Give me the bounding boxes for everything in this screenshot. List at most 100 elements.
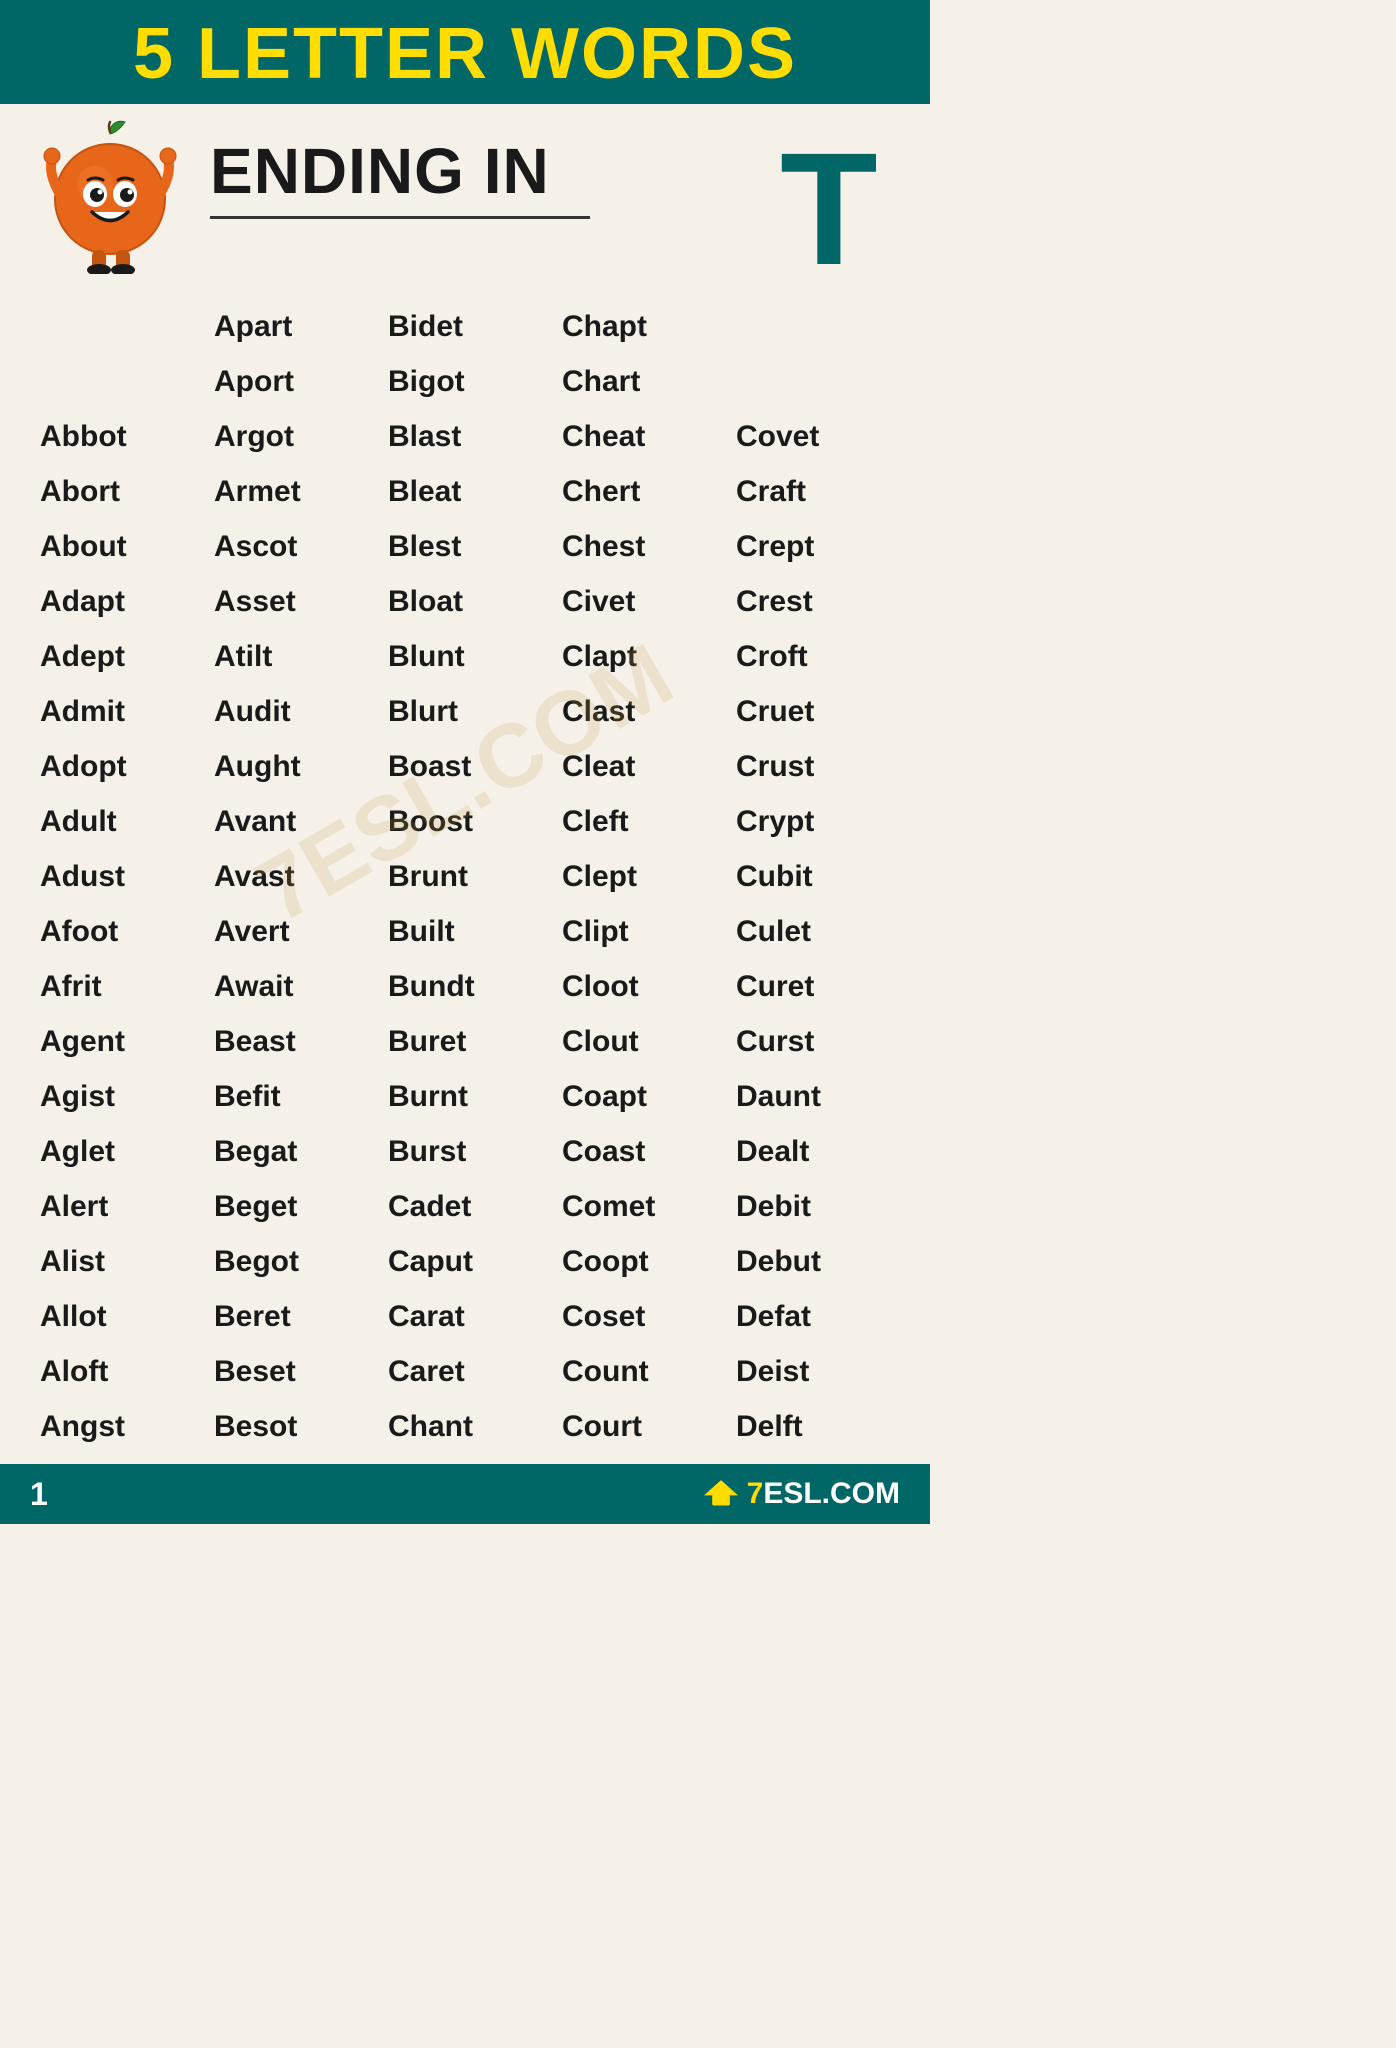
word-item: Bidet <box>378 299 552 354</box>
ending-in-block: ENDING IN <box>210 124 780 219</box>
word-item: Daunt <box>726 1069 900 1124</box>
word-item: Boast <box>378 739 552 794</box>
word-item: Built <box>378 904 552 959</box>
word-item: Carat <box>378 1289 552 1344</box>
word-item: Boost <box>378 794 552 849</box>
word-item: Caret <box>378 1344 552 1399</box>
word-item: Crest <box>726 574 900 629</box>
ending-in-underline <box>210 216 590 219</box>
word-item: Court <box>552 1399 726 1454</box>
word-item: Adept <box>30 629 204 684</box>
word-item: Bleat <box>378 464 552 519</box>
word-item: Cheat <box>552 409 726 464</box>
col2-top: Apart Aport <box>204 299 378 409</box>
word-item: Alert <box>30 1179 204 1234</box>
word-item: Bloat <box>378 574 552 629</box>
word-item: Abbot <box>30 409 204 464</box>
word-item: Atilt <box>204 629 378 684</box>
word-item: Avant <box>204 794 378 849</box>
word-item: Adapt <box>30 574 204 629</box>
word-item: Crypt <box>726 794 900 849</box>
word-item: Clout <box>552 1014 726 1069</box>
logo-seven: 7 <box>747 1477 764 1510</box>
word-item: Comet <box>552 1179 726 1234</box>
word-item: Debit <box>726 1179 900 1234</box>
word-item: Argot <box>204 409 378 464</box>
word-item: Clept <box>552 849 726 904</box>
col4-top: Chapt Chart <box>552 299 726 409</box>
word-item: Allot <box>30 1289 204 1344</box>
word-item: Admit <box>30 684 204 739</box>
page-wrapper: 5 LETTER WORDS 7ESL.COM <box>0 0 930 1524</box>
word-item: Clast <box>552 684 726 739</box>
page-title: 5 LETTER WORDS <box>30 18 900 90</box>
words-section: Apart Aport Bidet Bigot Chapt Chart Abbo… <box>30 299 900 1454</box>
word-item: Audit <box>204 684 378 739</box>
word-item: Begot <box>204 1234 378 1289</box>
word-item: Apart <box>204 299 378 354</box>
word-item: Clipt <box>552 904 726 959</box>
word-item: Beret <box>204 1289 378 1344</box>
footer: 1 7ESL.COM <box>0 1464 930 1524</box>
word-item: Adult <box>30 794 204 849</box>
word-item: Count <box>552 1344 726 1399</box>
word-item: Beset <box>204 1344 378 1399</box>
word-item: Asset <box>204 574 378 629</box>
word-item: Cubit <box>726 849 900 904</box>
word-item: Cadet <box>378 1179 552 1234</box>
word-item: Aglet <box>30 1124 204 1179</box>
word-item: Avast <box>204 849 378 904</box>
word-item: Deist <box>726 1344 900 1399</box>
word-item: Beast <box>204 1014 378 1069</box>
word-item: Clapt <box>552 629 726 684</box>
word-item: Besot <box>204 1399 378 1454</box>
word-item: Afrit <box>30 959 204 1014</box>
word-item: Cruet <box>726 684 900 739</box>
word-item: Cleft <box>552 794 726 849</box>
word-item: Await <box>204 959 378 1014</box>
subtitle-row: ENDING IN T T <box>30 124 900 289</box>
word-item: Alist <box>30 1234 204 1289</box>
word-item: Afoot <box>30 904 204 959</box>
page-number: 1 <box>30 1476 48 1513</box>
word-item: Croft <box>726 629 900 684</box>
logo-icon <box>703 1479 739 1509</box>
word-item: Chant <box>378 1399 552 1454</box>
word-item: Blest <box>378 519 552 574</box>
word-item: Delft <box>726 1399 900 1454</box>
word-item: Aport <box>204 354 378 409</box>
word-item: Curst <box>726 1014 900 1069</box>
word-item: Buret <box>378 1014 552 1069</box>
words-grid: AbbotArgotBlastCheatCovetAbortArmetBleat… <box>30 409 900 1454</box>
logo-esl: ESL.COM <box>763 1477 900 1510</box>
word-item: Burst <box>378 1124 552 1179</box>
word-item: Avert <box>204 904 378 959</box>
word-item: Debut <box>726 1234 900 1289</box>
word-item: Brunt <box>378 849 552 904</box>
main-content: 7ESL.COM <box>0 104 930 1464</box>
word-item: Blurt <box>378 684 552 739</box>
word-item: Chart <box>552 354 726 409</box>
word-item: Crept <box>726 519 900 574</box>
word-item: About <box>30 519 204 574</box>
col3-top: Bidet Bigot <box>378 299 552 409</box>
word-item: Blast <box>378 409 552 464</box>
word-item: Covet <box>726 409 900 464</box>
orange-mascot <box>30 114 190 274</box>
word-item: Bigot <box>378 354 552 409</box>
word-item: Befit <box>204 1069 378 1124</box>
word-item: Defat <box>726 1289 900 1344</box>
word-item: Angst <box>30 1399 204 1454</box>
word-item: Culet <box>726 904 900 959</box>
word-item: Agist <box>30 1069 204 1124</box>
word-item: Coopt <box>552 1234 726 1289</box>
word-item: Ascot <box>204 519 378 574</box>
word-item: Blunt <box>378 629 552 684</box>
word-item: Chest <box>552 519 726 574</box>
word-item: Coset <box>552 1289 726 1344</box>
top-partial-row: Apart Aport Bidet Bigot Chapt Chart <box>30 299 900 409</box>
word-item: Begat <box>204 1124 378 1179</box>
word-item: Civet <box>552 574 726 629</box>
word-item: Beget <box>204 1179 378 1234</box>
word-item: Burnt <box>378 1069 552 1124</box>
